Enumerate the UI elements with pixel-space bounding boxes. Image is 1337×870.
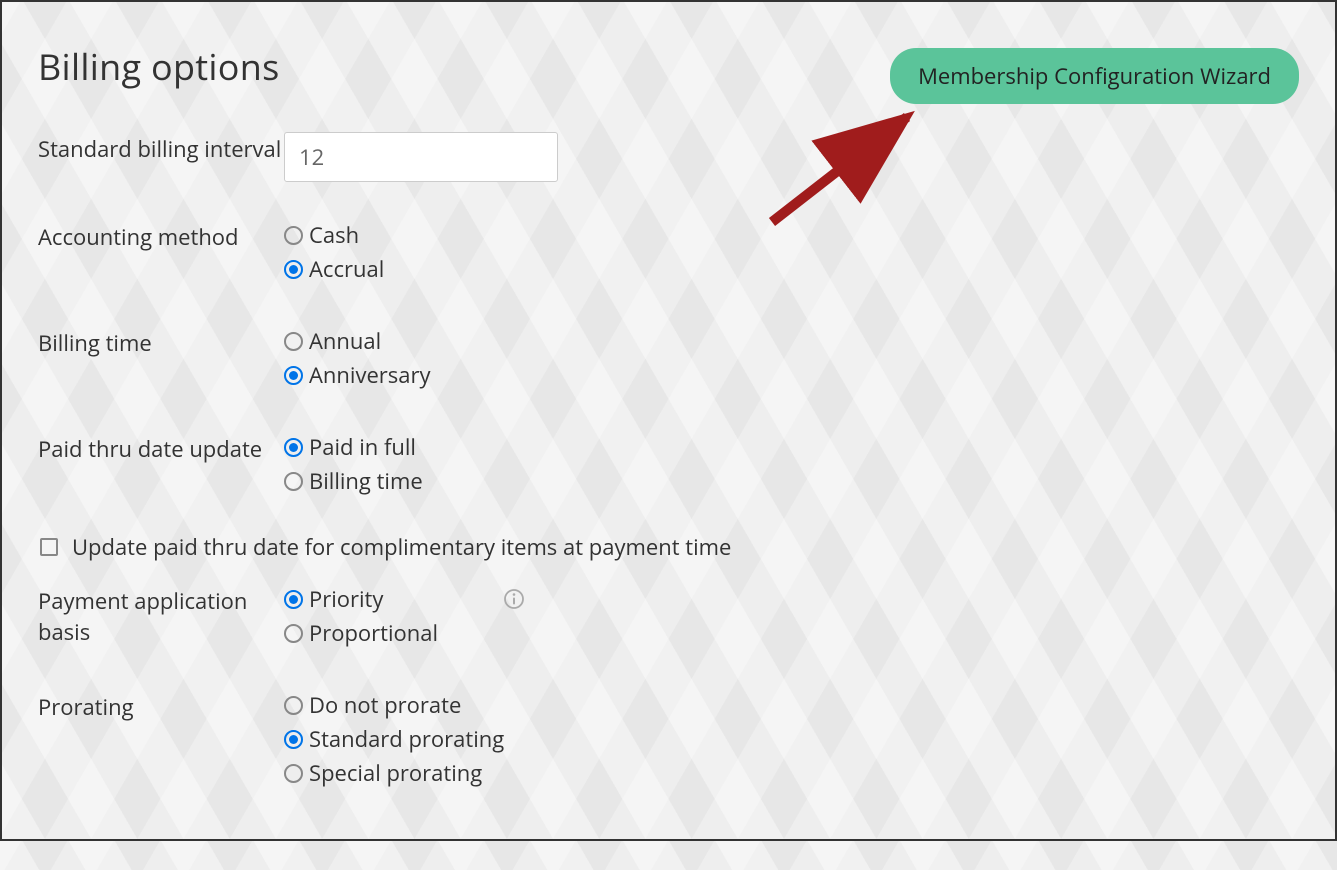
prorating-label: Prorating (38, 690, 284, 723)
standard-billing-interval-label: Standard billing interval (38, 132, 284, 165)
radio-label: Billing time (309, 466, 423, 496)
checkbox-label: Update paid thru date for complimentary … (72, 532, 731, 562)
paid-thru-date-update-label: Paid thru date update (38, 432, 284, 465)
radio-label: Cash (309, 220, 359, 250)
radio-label: Special prorating (309, 758, 482, 788)
paid-thru-billing-time-radio[interactable]: Billing time (284, 466, 1299, 496)
radio-label: Paid in full (309, 432, 416, 462)
radio-icon (284, 366, 303, 385)
billing-time-annual-radio[interactable]: Annual (284, 326, 1299, 356)
radio-icon (284, 332, 303, 351)
checkbox-icon (40, 538, 58, 556)
radio-label: Accrual (309, 254, 384, 284)
radio-label: Annual (309, 326, 381, 356)
payment-basis-priority-radio[interactable]: Priority (284, 584, 1299, 614)
radio-icon (284, 472, 303, 491)
billing-time-anniversary-radio[interactable]: Anniversary (284, 360, 1299, 390)
radio-label: Do not prorate (309, 690, 461, 720)
membership-config-wizard-button[interactable]: Membership Configuration Wizard (890, 48, 1299, 104)
payment-basis-proportional-radio[interactable]: Proportional (284, 618, 1299, 648)
radio-label: Anniversary (309, 360, 431, 390)
payment-application-basis-label: Payment application basis (38, 584, 284, 648)
radio-label: Priority (309, 584, 383, 614)
radio-icon (284, 730, 303, 749)
radio-label: Proportional (309, 618, 438, 648)
paid-thru-paid-in-full-radio[interactable]: Paid in full (284, 432, 1299, 462)
accounting-method-accrual-radio[interactable]: Accrual (284, 254, 1299, 284)
prorating-do-not-prorate-radio[interactable]: Do not prorate (284, 690, 1299, 720)
update-paid-thru-checkbox[interactable]: Update paid thru date for complimentary … (38, 532, 1299, 562)
radio-label: Standard prorating (309, 724, 504, 754)
radio-icon (284, 696, 303, 715)
billing-time-label: Billing time (38, 326, 284, 359)
standard-billing-interval-input[interactable] (284, 132, 558, 182)
radio-icon (284, 764, 303, 783)
radio-icon (284, 624, 303, 643)
prorating-special-radio[interactable]: Special prorating (284, 758, 1299, 788)
info-icon[interactable] (503, 588, 525, 610)
page-title: Billing options (38, 42, 280, 91)
radio-icon (284, 260, 303, 279)
accounting-method-cash-radio[interactable]: Cash (284, 220, 1299, 250)
prorating-standard-radio[interactable]: Standard prorating (284, 724, 1299, 754)
radio-icon (284, 590, 303, 609)
accounting-method-label: Accounting method (38, 220, 284, 253)
radio-icon (284, 438, 303, 457)
radio-icon (284, 226, 303, 245)
